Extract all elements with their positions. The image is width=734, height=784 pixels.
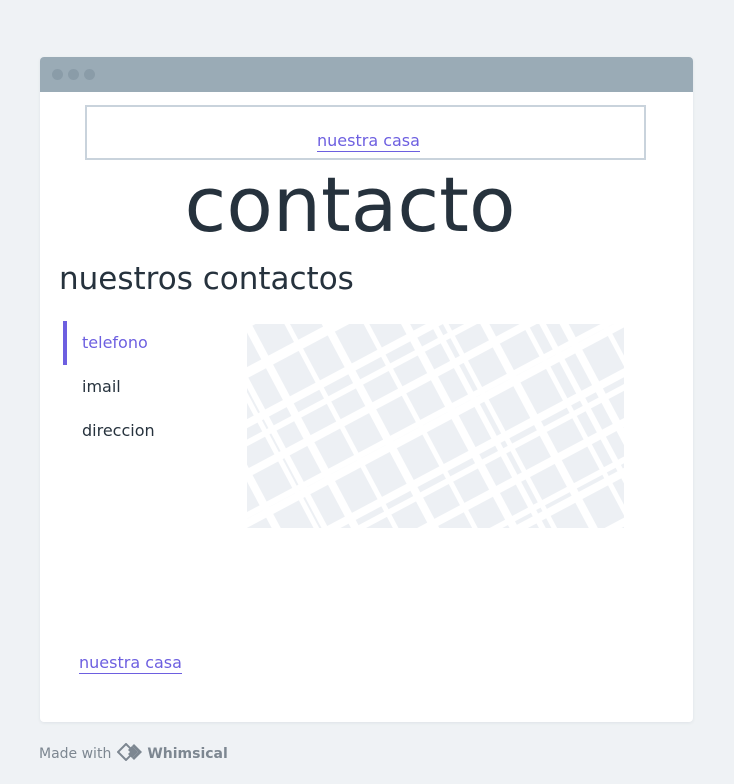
window-dot-icon xyxy=(68,69,79,80)
tab-telefono[interactable]: telefono xyxy=(63,321,243,365)
nav-link-home[interactable]: nuestra casa xyxy=(317,132,420,152)
map-placeholder-icon xyxy=(247,324,624,528)
tab-label: telefono xyxy=(82,333,148,352)
page-title: contacto xyxy=(184,160,516,249)
tab-direccion[interactable]: direccion xyxy=(63,409,243,453)
contact-tabs: telefono imail direccion xyxy=(63,321,243,453)
window-dot-icon xyxy=(84,69,95,80)
browser-window: nuestra casa contacto nuestros contactos… xyxy=(40,57,693,722)
whimsical-logo-icon xyxy=(116,742,143,765)
footer-link-home[interactable]: nuestra casa xyxy=(79,654,182,674)
window-titlebar xyxy=(40,57,693,92)
made-with-label: Made with xyxy=(39,746,112,762)
whimsical-brand-label: Whimsical xyxy=(147,746,228,762)
tab-label: imail xyxy=(82,377,121,396)
window-dot-icon xyxy=(52,69,63,80)
tab-imail[interactable]: imail xyxy=(63,365,243,409)
tab-label: direccion xyxy=(82,421,155,440)
section-title: nuestros contactos xyxy=(59,261,354,297)
made-with-badge[interactable]: Made with Whimsical xyxy=(39,742,228,765)
